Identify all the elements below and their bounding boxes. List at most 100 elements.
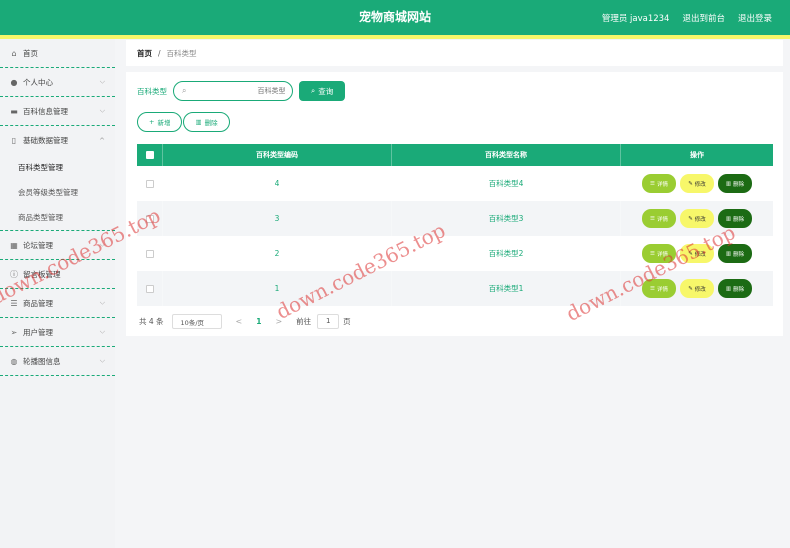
search-label: 百科类型 bbox=[137, 86, 167, 96]
query-button[interactable]: ⌕ 查询 bbox=[299, 81, 346, 101]
grid-icon: ▦ bbox=[10, 240, 18, 250]
sidebar-subitem-member-level[interactable]: 会员等级类型管理 bbox=[0, 180, 115, 205]
row-checkbox[interactable] bbox=[145, 214, 154, 223]
edit-button-label: 修改 bbox=[694, 181, 706, 188]
cell-code: 4 bbox=[162, 166, 391, 201]
data-table: 百科类型编码 百科类型名称 操作 4 百科类型4 ☰ 详情 ✎ 修改 ▥ 删除 3 百… bbox=[137, 144, 773, 306]
detail-button-label: 详情 bbox=[656, 286, 668, 293]
edit-button[interactable]: ✎ 修改 bbox=[680, 174, 714, 193]
cell-name: 百科类型2 bbox=[391, 236, 620, 271]
sidebar-item-messages[interactable]: ⓘ 留言板管理 bbox=[0, 260, 115, 289]
row-delete-button[interactable]: ▥ 删除 bbox=[718, 279, 752, 298]
page-suffix: 页 bbox=[343, 317, 351, 326]
list-icon: ☰ bbox=[650, 250, 655, 257]
trash-icon: ▥ bbox=[725, 180, 732, 187]
table-row: 4 百科类型4 ☰ 详情 ✎ 修改 ▥ 删除 bbox=[137, 166, 773, 201]
column-header-ops: 操作 bbox=[620, 144, 773, 166]
table-row: 3 百科类型3 ☰ 详情 ✎ 修改 ▥ 删除 bbox=[137, 201, 773, 236]
search-input[interactable] bbox=[190, 87, 286, 95]
admin-user-label: 管理员 java1234 bbox=[601, 13, 670, 24]
sidebar-item-carousel[interactable]: ◍ 轮播图信息 ⌵ bbox=[0, 347, 115, 376]
detail-button-label: 详情 bbox=[656, 181, 668, 188]
cell-code: 3 bbox=[162, 201, 391, 236]
row-delete-button[interactable]: ▥ 删除 bbox=[718, 174, 752, 193]
detail-button[interactable]: ☰ 详情 bbox=[642, 279, 676, 298]
detail-button[interactable]: ☰ 详情 bbox=[642, 174, 676, 193]
next-page-button[interactable]: > bbox=[275, 317, 282, 326]
main-panel: 百科类型 ⌕ ⌕ 查询 + 新增 ▥ 删除 百科类型编码 百科类型名称 操作 4 bbox=[126, 72, 783, 336]
table-row: 1 百科类型1 ☰ 详情 ✎ 修改 ▥ 删除 bbox=[137, 271, 773, 306]
detail-button[interactable]: ☰ 详情 bbox=[642, 209, 676, 228]
sidebar-item-profile[interactable]: ● 个人中心 ⌵ bbox=[0, 68, 115, 97]
delete-button-label: 删除 bbox=[733, 286, 745, 293]
edit-icon: ✎ bbox=[688, 250, 693, 257]
edit-button-label: 修改 bbox=[694, 216, 706, 223]
list-icon: ☰ bbox=[650, 285, 655, 292]
search-icon: ⌕ bbox=[311, 86, 316, 95]
delete-button-label: 删除 bbox=[204, 119, 218, 127]
sidebar-item-label: 百科信息管理 bbox=[23, 106, 68, 116]
trash-icon: ▥ bbox=[725, 250, 732, 257]
trash-icon: ▥ bbox=[195, 118, 202, 126]
page-size-select[interactable]: 10条/页 bbox=[171, 314, 222, 329]
plus-icon: + bbox=[149, 118, 155, 126]
sidebar-item-forum[interactable]: ▦ 论坛管理 ⌵ bbox=[0, 231, 115, 260]
sidebar-item-encyclopedia[interactable]: ▬ 百科信息管理 ⌵ bbox=[0, 97, 115, 126]
sidebar-item-label: 商品管理 bbox=[23, 298, 53, 308]
sidebar-item-label: 基础数据管理 bbox=[23, 136, 68, 145]
delete-button[interactable]: ▥ 删除 bbox=[183, 112, 230, 132]
row-checkbox[interactable] bbox=[145, 284, 154, 293]
sidebar-item-label: 留言板管理 bbox=[23, 269, 61, 279]
total-count: 共 4 条 bbox=[139, 317, 164, 326]
goto-page-input[interactable]: 1 bbox=[317, 314, 340, 329]
column-header-code: 百科类型编码 bbox=[162, 144, 391, 166]
row-checkbox[interactable] bbox=[145, 249, 154, 258]
detail-button-label: 详情 bbox=[656, 216, 668, 223]
page-number-current[interactable]: 1 bbox=[256, 317, 261, 326]
cell-code: 2 bbox=[162, 236, 391, 271]
delete-button-label: 删除 bbox=[733, 216, 745, 223]
edit-button-label: 修改 bbox=[694, 286, 706, 293]
search-row: 百科类型 ⌕ ⌕ 查询 bbox=[137, 81, 346, 101]
cell-name: 百科类型1 bbox=[391, 271, 620, 306]
sidebar-item-products[interactable]: ☰ 商品管理 ⌵ bbox=[0, 289, 115, 318]
edit-button[interactable]: ✎ 修改 bbox=[680, 279, 714, 298]
cell-name: 百科类型3 bbox=[391, 201, 620, 236]
edit-button[interactable]: ✎ 修改 bbox=[680, 209, 714, 228]
select-all-checkbox[interactable] bbox=[145, 151, 154, 159]
user-icon: ● bbox=[10, 77, 18, 87]
chevron-down-icon: ⌵ bbox=[99, 106, 105, 115]
sidebar-item-users[interactable]: ➢ 用户管理 ⌵ bbox=[0, 318, 115, 347]
table-header-row: 百科类型编码 百科类型名称 操作 bbox=[137, 144, 773, 166]
list-icon: ☰ bbox=[650, 215, 655, 222]
breadcrumb-current: 百科类型 bbox=[166, 48, 197, 58]
trash-icon: ▥ bbox=[725, 285, 732, 292]
add-button-label: 新增 bbox=[157, 119, 171, 127]
sidebar-subitem-product-type[interactable]: 商品类型管理 bbox=[0, 205, 115, 230]
sidebar-item-home[interactable]: ⌂ 首页 bbox=[0, 39, 115, 68]
query-button-label: 查询 bbox=[318, 86, 334, 96]
edit-button[interactable]: ✎ 修改 bbox=[680, 244, 714, 263]
prev-page-button[interactable]: < bbox=[236, 317, 243, 326]
edit-icon: ✎ bbox=[688, 180, 693, 187]
sidebar-item-basic-data[interactable]: ▯ 基础数据管理 ^ bbox=[0, 126, 115, 155]
home-icon: ⌂ bbox=[11, 48, 17, 58]
sidebar-item-label: 用户管理 bbox=[23, 327, 53, 337]
breadcrumb-home[interactable]: 首页 bbox=[137, 48, 152, 59]
sidebar-item-label: 个人中心 bbox=[23, 77, 53, 87]
detail-button-label: 详情 bbox=[656, 251, 668, 258]
search-box[interactable]: ⌕ bbox=[173, 81, 293, 101]
logout-link[interactable]: 退出登录 bbox=[738, 12, 772, 24]
back-to-front-link[interactable]: 退出到前台 bbox=[682, 12, 725, 24]
send-icon: ➢ bbox=[10, 327, 18, 337]
row-checkbox[interactable] bbox=[145, 179, 154, 188]
add-button[interactable]: + 新增 bbox=[137, 112, 183, 132]
row-delete-button[interactable]: ▥ 删除 bbox=[718, 209, 752, 228]
detail-button[interactable]: ☰ 详情 bbox=[642, 244, 676, 263]
row-delete-button[interactable]: ▥ 删除 bbox=[718, 244, 752, 263]
chevron-down-icon: ⌵ bbox=[99, 356, 105, 365]
cell-code: 1 bbox=[162, 271, 391, 306]
sidebar-item-label: 轮播图信息 bbox=[23, 356, 61, 366]
sidebar-subitem-encyclopedia-type[interactable]: 百科类型管理 bbox=[0, 155, 115, 180]
folder-icon: ▬ bbox=[10, 106, 18, 116]
